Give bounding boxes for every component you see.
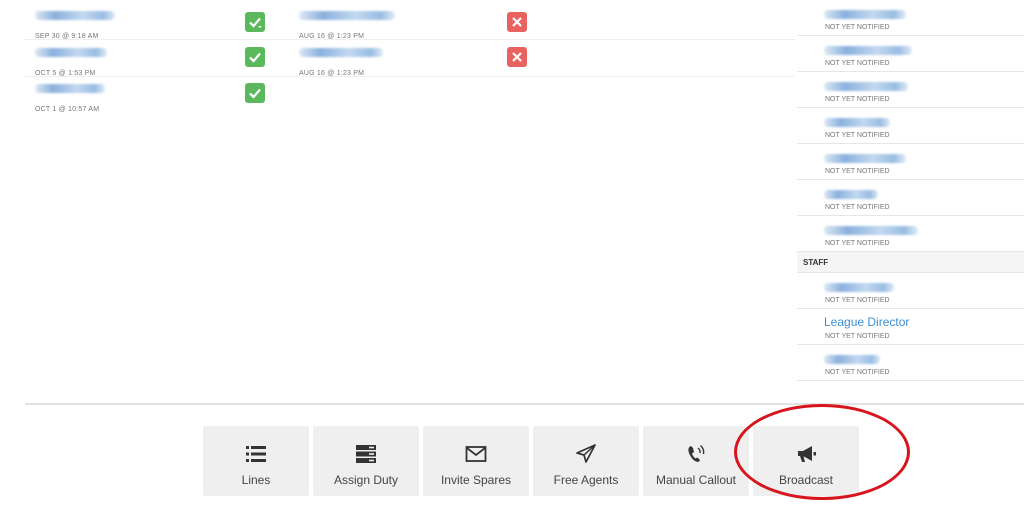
button-label: Assign Duty	[333, 473, 399, 487]
redacted-name	[299, 48, 383, 57]
list-item[interactable]: NOT YET NOTIFIED	[797, 0, 1024, 36]
check-icon	[249, 17, 262, 28]
notify-status: NOT YET NOTIFIED	[825, 96, 890, 103]
section-title: STAFF	[803, 258, 829, 267]
check-icon	[249, 88, 261, 99]
list-item[interactable]: NOT YET NOTIFIED	[797, 108, 1024, 144]
megaphone-icon	[798, 446, 816, 462]
check-icon	[249, 52, 261, 63]
free-agents-button[interactable]: Free Agents	[533, 426, 639, 496]
list-item[interactable]: NOT YET NOTIFIED	[797, 216, 1024, 252]
staff-name-link[interactable]: League Director	[824, 315, 909, 329]
button-label: Manual Callout	[655, 473, 737, 487]
lines-button[interactable]: Lines	[203, 426, 309, 496]
confirmed-badge[interactable]	[245, 83, 265, 103]
phone-icon	[688, 444, 705, 462]
notify-status: NOT YET NOTIFIED	[825, 333, 890, 340]
x-icon	[512, 17, 522, 27]
manual-callout-button[interactable]: Manual Callout	[643, 426, 749, 496]
divider	[25, 403, 1024, 405]
response-time: OCT 1 @ 10:57 AM	[35, 106, 100, 113]
list-item[interactable]: NOT YET NOTIFIED	[797, 144, 1024, 180]
list-item[interactable]: NOT YET NOTIFIED	[797, 180, 1024, 216]
notify-status: NOT YET NOTIFIED	[825, 204, 890, 211]
list-item[interactable]: NOT YET NOTIFIED	[797, 273, 1024, 309]
notification-list: NOT YET NOTIFIED NOT YET NOTIFIED NOT YE…	[797, 0, 1024, 381]
table-row: OCT 1 @ 10:57 AM	[25, 76, 795, 113]
declined-badge[interactable]	[507, 47, 527, 67]
list-item[interactable]: NOT YET NOTIFIED	[797, 36, 1024, 72]
redacted-name	[35, 84, 105, 93]
notify-status: NOT YET NOTIFIED	[825, 168, 890, 175]
player-cell: AUG 16 @ 1:23 PM	[299, 11, 395, 43]
response-time: AUG 16 @ 1:23 PM	[299, 33, 365, 40]
server-icon	[356, 445, 376, 463]
envelope-icon	[465, 446, 487, 462]
button-label: Invite Spares	[440, 473, 512, 487]
x-icon	[512, 52, 522, 62]
redacted-name	[824, 226, 918, 235]
list-item[interactable]: NOT YET NOTIFIED	[797, 72, 1024, 108]
redacted-name	[35, 48, 107, 57]
redacted-name	[824, 283, 894, 292]
redacted-name	[824, 82, 908, 91]
redacted-name	[35, 11, 115, 20]
confirmed-badge[interactable]	[245, 12, 265, 32]
notify-status: NOT YET NOTIFIED	[825, 240, 890, 247]
button-label: Free Agents	[553, 473, 619, 487]
button-label: Lines	[241, 473, 271, 487]
notify-status: NOT YET NOTIFIED	[825, 132, 890, 139]
button-label: Broadcast	[778, 473, 834, 487]
redacted-name	[824, 46, 912, 55]
redacted-name	[824, 10, 906, 19]
paper-plane-icon	[576, 444, 596, 463]
invite-spares-button[interactable]: Invite Spares	[423, 426, 529, 496]
player-cell: OCT 1 @ 10:57 AM	[35, 84, 105, 116]
notify-status: NOT YET NOTIFIED	[825, 24, 890, 31]
notify-status: NOT YET NOTIFIED	[825, 60, 890, 67]
staff-section-header: STAFF	[797, 252, 1024, 273]
response-time: SEP 30 @ 9:18 AM	[35, 33, 99, 40]
confirmed-badge[interactable]	[245, 47, 265, 67]
redacted-name	[824, 154, 906, 163]
redacted-name	[299, 11, 395, 20]
redacted-name	[824, 118, 890, 127]
assign-duty-button[interactable]: Assign Duty	[313, 426, 419, 496]
table-row: SEP 30 @ 9:18 AM AUG 16 @ 1:23 PM	[25, 3, 795, 40]
list-icon	[246, 446, 266, 462]
list-item[interactable]: NOT YET NOTIFIED	[797, 345, 1024, 381]
notify-status: NOT YET NOTIFIED	[825, 369, 890, 376]
declined-badge[interactable]	[507, 12, 527, 32]
table-row: OCT 5 @ 1:53 PM AUG 16 @ 1:23 PM	[25, 40, 795, 77]
list-item[interactable]: League Director NOT YET NOTIFIED	[797, 309, 1024, 345]
player-cell: SEP 30 @ 9:18 AM	[35, 11, 115, 43]
notify-status: NOT YET NOTIFIED	[825, 297, 890, 304]
redacted-name	[824, 190, 878, 199]
broadcast-button[interactable]: Broadcast	[753, 426, 859, 496]
redacted-name	[824, 355, 880, 364]
action-toolbar: Lines Assign Duty Invite Spares Free Age…	[203, 426, 859, 496]
